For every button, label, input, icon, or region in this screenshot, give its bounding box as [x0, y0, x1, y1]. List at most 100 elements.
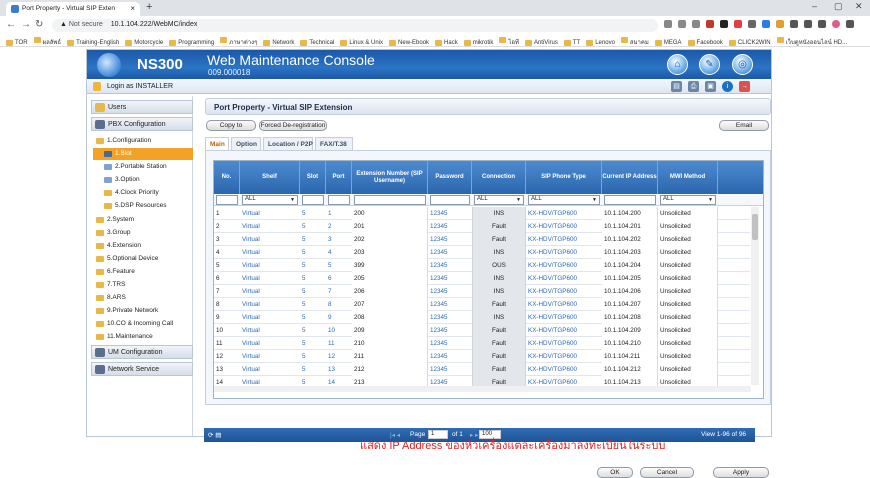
- bookmark-item[interactable]: สมาคม: [620, 37, 649, 46]
- cell-password[interactable]: 12345: [428, 233, 472, 246]
- address-bar[interactable]: ▲ Not secure 10.1.104.222/WebMC/index: [52, 19, 658, 32]
- filter-shelf[interactable]: ALL ▼: [242, 195, 298, 205]
- column-header[interactable]: MWI Method: [658, 161, 718, 194]
- column-header[interactable]: Slot: [300, 161, 326, 194]
- table-row[interactable]: 1 Virtual 5 1 200 12345 INS KX-HDV/TGP600 10.1.1…: [214, 207, 750, 220]
- cell-extension[interactable]: 201: [352, 220, 428, 233]
- save-icon[interactable]: ▣: [705, 81, 716, 92]
- column-header[interactable]: No.: [214, 161, 240, 194]
- bookmark-item[interactable]: TT: [563, 40, 580, 46]
- bookmark-item[interactable]: Training-English: [67, 40, 119, 46]
- bookmark-item[interactable]: Facebook: [687, 40, 723, 46]
- bookmark-item[interactable]: AntiVirus: [524, 40, 558, 46]
- table-row[interactable]: 6 Virtual 5 6 205 12345 INS KX-HDV/TGP600 10.1.1…: [214, 272, 750, 285]
- sidepanel-icon[interactable]: [818, 20, 826, 28]
- cell-mwi-method[interactable]: Unsolicited: [658, 220, 718, 233]
- cell-password[interactable]: 12345: [428, 246, 472, 259]
- filter-extension[interactable]: [354, 195, 426, 205]
- sidebar-users[interactable]: Users: [91, 100, 193, 114]
- filter-password[interactable]: [430, 195, 470, 205]
- cell-password[interactable]: 12345: [428, 285, 472, 298]
- cell-mwi-method[interactable]: Unsolicited: [658, 207, 718, 220]
- sidebar-item-portable-station[interactable]: 2.Portable Station: [93, 161, 193, 173]
- table-row[interactable]: 7 Virtual 5 7 206 12345 INS KX-HDV/TGP600 10.1.1…: [214, 285, 750, 298]
- extension-icon[interactable]: [790, 20, 798, 28]
- info-icon[interactable]: i: [722, 81, 733, 92]
- filter-mwi[interactable]: ALL ▼: [660, 195, 716, 205]
- sidebar-network-service[interactable]: Network Service: [91, 362, 193, 376]
- bookmark-item[interactable]: Lenovo: [586, 40, 615, 46]
- cell-extension[interactable]: 205: [352, 272, 428, 285]
- bookmark-item[interactable]: ผลลัพธ์: [33, 37, 61, 46]
- cell-password[interactable]: 12345: [428, 272, 472, 285]
- bookmark-item[interactable]: New-Ebook: [389, 40, 429, 46]
- sidebar-item-group[interactable]: 3.Group: [93, 227, 193, 239]
- tab-option[interactable]: Option: [231, 137, 261, 150]
- cell-sip-phone-type[interactable]: KX-HDV/TGP600: [526, 324, 602, 337]
- refresh-icon[interactable]: ⟳ ▤: [208, 431, 221, 439]
- filter-sip-phone-type[interactable]: ALL ▼: [528, 195, 600, 205]
- zoom-icon[interactable]: [664, 20, 672, 28]
- cell-sip-phone-type[interactable]: KX-HDV/TGP600: [526, 272, 602, 285]
- menu-icon[interactable]: [846, 20, 854, 28]
- cell-sip-phone-type[interactable]: KX-HDV/TGP600: [526, 246, 602, 259]
- sidebar-item-system[interactable]: 2.System: [93, 214, 193, 226]
- share-icon[interactable]: [678, 20, 686, 28]
- table-row[interactable]: 8 Virtual 5 8 207 12345 Fault KX-HDV/TGP600 10.1…: [214, 298, 750, 311]
- globe-icon[interactable]: ◎: [732, 54, 753, 75]
- cell-sip-phone-type[interactable]: KX-HDV/TGP600: [526, 337, 602, 350]
- cell-sip-phone-type[interactable]: KX-HDV/TGP600: [526, 298, 602, 311]
- minimize-icon[interactable]: –: [812, 1, 817, 11]
- cell-extension[interactable]: 209: [352, 324, 428, 337]
- filter-no[interactable]: [216, 195, 238, 205]
- sidebar-item-clock-priority[interactable]: 4.Clock Priority: [93, 187, 193, 199]
- star-icon[interactable]: [692, 20, 700, 28]
- cell-extension[interactable]: 203: [352, 246, 428, 259]
- cancel-button[interactable]: Cancel: [640, 467, 694, 478]
- extension-icon[interactable]: [762, 20, 770, 28]
- table-row[interactable]: 3 Virtual 5 3 202 12345 Fault KX-HDV/TGP600 10.1…: [214, 233, 750, 246]
- cell-password[interactable]: 12345: [428, 337, 472, 350]
- sidebar-item-configuration[interactable]: 1.Configuration: [93, 135, 193, 147]
- cell-mwi-method[interactable]: Unsolicited: [658, 272, 718, 285]
- bookmark-item[interactable]: Technical: [300, 40, 334, 46]
- tools-icon[interactable]: ✎: [699, 54, 720, 75]
- cell-sip-phone-type[interactable]: KX-HDV/TGP600: [526, 233, 602, 246]
- bookmark-item[interactable]: ไอที: [499, 37, 519, 46]
- email-button[interactable]: Email: [719, 120, 769, 131]
- cell-mwi-method[interactable]: Unsolicited: [658, 350, 718, 363]
- tab-location-p2p[interactable]: Location / P2P: [263, 137, 313, 150]
- extension-icon[interactable]: [748, 20, 756, 28]
- column-header[interactable]: SIP Phone Type: [526, 161, 602, 194]
- cell-sip-phone-type[interactable]: KX-HDV/TGP600: [526, 311, 602, 324]
- bookmark-item[interactable]: Hack: [435, 40, 458, 46]
- cell-password[interactable]: 12345: [428, 324, 472, 337]
- forward-icon[interactable]: →: [21, 19, 31, 30]
- table-row[interactable]: 11 Virtual 5 11 210 12345 Fault KX-HDV/TGP600 10…: [214, 337, 750, 350]
- maximize-icon[interactable]: ▢: [834, 1, 843, 12]
- print-icon[interactable]: ⎙: [688, 81, 699, 92]
- cell-mwi-method[interactable]: Unsolicited: [658, 233, 718, 246]
- cell-extension[interactable]: 206: [352, 285, 428, 298]
- bookmark-item[interactable]: CLICK2WIN: [728, 40, 771, 46]
- puzzle-icon[interactable]: [804, 20, 812, 28]
- cell-extension[interactable]: 208: [352, 311, 428, 324]
- table-row[interactable]: 13 Virtual 5 13 212 12345 Fault KX-HDV/TGP600 10…: [214, 363, 750, 376]
- cell-sip-phone-type[interactable]: KX-HDV/TGP600: [526, 285, 602, 298]
- column-header[interactable]: Current IP Address: [602, 161, 658, 194]
- cell-sip-phone-type[interactable]: KX-HDV/TGP600: [526, 259, 602, 272]
- sidebar-item-dsp-resources[interactable]: 5.DSP Resources: [93, 200, 193, 212]
- cell-extension[interactable]: 202: [352, 233, 428, 246]
- cell-password[interactable]: 12345: [428, 298, 472, 311]
- window-close-icon[interactable]: ✕: [855, 1, 863, 12]
- table-row[interactable]: 9 Virtual 5 9 208 12345 INS KX-HDV/TGP600 10.1.1…: [214, 311, 750, 324]
- bookmark-item[interactable]: mikrotik: [463, 40, 493, 46]
- column-header[interactable]: Extension Number (SIP Username): [352, 161, 428, 194]
- cell-extension[interactable]: 399: [352, 259, 428, 272]
- sidebar-item-optional-device[interactable]: 5.Optional Device: [93, 253, 193, 265]
- cell-extension[interactable]: 210: [352, 337, 428, 350]
- cell-sip-phone-type[interactable]: KX-HDV/TGP600: [526, 350, 602, 363]
- new-tab-button[interactable]: +: [146, 1, 152, 13]
- sidebar-item-feature[interactable]: 6.Feature: [93, 266, 193, 278]
- sidebar-item-option[interactable]: 3.Option: [93, 174, 193, 186]
